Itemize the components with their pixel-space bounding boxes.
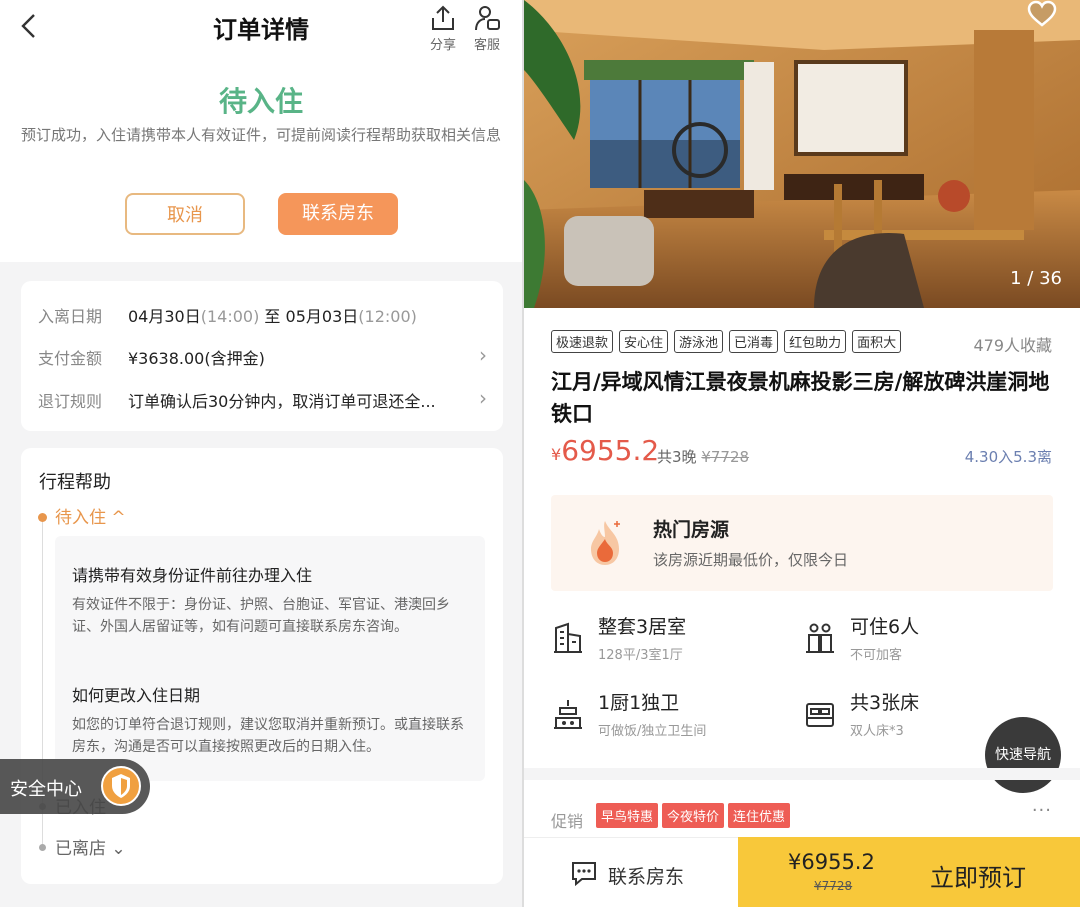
payment-chevron-icon: › [479,343,487,367]
quick-nav-button[interactable]: 快速导航 [985,717,1061,793]
tip-id-title: 请携带有效身份证件前往办理入住 [72,566,313,585]
nights-info: 共3晚 ¥7728 [657,446,749,467]
listing-price: ¥6955.2 [551,434,659,467]
promo-label: 促销 [551,812,584,831]
tip-change-date-body: 如您的订单符合退订规则，建议您取消并重新预订。或直接联系房东，沟通是否可以直接按… [72,717,464,755]
order-info-card: 入离日期 04月30日(14:00) 至 05月03日(12:00) 支付金额 ¥3… [21,281,503,431]
listing-tag: 已消毒 [729,330,779,353]
feature-kitchen-bath: 1厨1独卫 可做饭/独立卫生间 [552,688,782,744]
price-currency: ¥ [551,445,562,464]
favorite-heart-icon[interactable] [1026,0,1058,28]
order-status-description: 预订成功，入住请携带本人有效证件，可提前阅读行程帮助获取相关信息 [20,126,501,144]
order-detail-panel: 订单详情 分享 客服 待入住 预订成功，入住请携带本人有效证件，可提前阅读行程帮… [0,0,522,907]
refund-rule-text: 订单确认后30分钟内，取消订单可退还全... [128,392,436,411]
contact-host-button[interactable]: 联系房东 [278,193,398,235]
date-separator: 至 [264,307,281,326]
customer-service-icon [475,6,500,31]
promo-tags: 早鸟特惠 今夜特价 连住优惠 [596,803,794,828]
share-button[interactable]: 分享 [421,4,465,53]
hot-listing-title: 热门房源 [653,519,730,541]
guests-icon [806,623,834,653]
customer-service-button[interactable]: 客服 [465,4,509,53]
listing-photo[interactable]: 1 / 36 [524,0,1080,308]
checkin-time: (14:00) [200,307,260,326]
bed-icon [806,703,834,727]
building-icon [554,622,582,653]
service-label: 客服 [473,38,500,53]
tip-id-body: 有效证件不限于：身份证、护照、台胞证、军官证、港澳回乡证、外国人居留证等，如有问… [72,597,450,635]
nights-count: 共3晚 [657,448,697,466]
flame-icon [591,521,620,565]
cancel-order-button[interactable]: 取消 [125,193,245,235]
safety-center-label: 安全中心 [10,779,82,800]
feature-room-type: 整套3居室 128平/3室1厅 [552,612,782,668]
trip-help-title: 行程帮助 [39,472,111,493]
capacity-sub: 不可加客 [850,648,903,663]
favorites-count: 479人收藏 [973,336,1052,355]
refund-label: 退订规则 [38,392,103,411]
photo-counter: 1 / 36 [1010,268,1062,289]
listing-title: 江月/异域风情江景夜景机麻投影三房/解放碑洪崖洞地铁口 [551,370,1050,426]
listing-tag: 游泳池 [674,330,724,353]
living-room-photo [524,0,1080,308]
bottom-price: ¥6955.2 [788,850,875,874]
kitchen-bath-sub: 可做饭/独立卫生间 [598,724,707,739]
listing-tag: 安心住 [619,330,669,353]
hot-listing-subtitle: 该房源近期最低价，仅限今日 [653,551,849,569]
promo-tag: 今夜特价 [662,803,725,828]
bottom-action-bar: 联系房东 ¥6955.2 ¥7728 立即预订 [524,837,1080,907]
chat-icon [572,862,596,886]
checkout-time: (12:00) [358,307,417,326]
share-icon [432,5,454,30]
book-now-label: 立即预订 [930,864,1026,892]
tip-change-date-title: 如何更改入住日期 [72,686,201,705]
stay-dates-label: 入离日期 [38,307,103,326]
original-price: ¥7728 [701,448,750,466]
refund-rule-row[interactable]: 退订规则 订单确认后30分钟内，取消订单可退还全... [38,388,458,412]
refund-chevron-icon: › [479,386,487,410]
more-options-icon[interactable]: ··· [1032,800,1052,821]
payment-row[interactable]: 支付金额 ¥3638.00(含押金) [38,345,486,369]
listing-detail-panel: 1 / 36 极速退款 安心住 游泳池 已消毒 红包助力 面积大 479人收藏 江月/异域… [524,0,1080,907]
section-separator [524,768,1080,780]
checkin-tips-box: 请携带有效身份证件前往办理入住 有效证件不限于：身份证、护照、台胞证、军官证、港… [55,536,485,781]
bottom-contact-host-button[interactable]: 联系房东 [524,837,738,907]
checkout-date: 05月03日 [285,307,359,326]
stay-dates-row: 入离日期 04月30日(14:00) 至 05月03日(12:00) [38,303,417,327]
stay-dates-summary: 4.30入5.3离 [964,448,1052,466]
room-type-title: 整套3居室 [598,616,687,638]
feature-capacity: 可住6人 不可加客 [804,612,1034,668]
hot-listing-banner: 热门房源 该房源近期最低价，仅限今日 [551,495,1053,591]
book-now-button[interactable]: ¥6955.2 ¥7728 立即预订 [738,837,1080,907]
beds-sub: 双人床*3 [850,724,904,739]
stage-pending-checkin[interactable]: 待入住 ^ [55,503,126,528]
listing-tag: 极速退款 [551,330,614,353]
stage-checked-out[interactable]: 已离店 ⌄ [55,834,126,859]
capacity-title: 可住6人 [850,616,920,638]
beds-title: 共3张床 [850,692,920,714]
trip-help-card: 行程帮助 待入住 ^ 请携带有效身份证件前往办理入住 有效证件不限于：身份证、护… [21,448,503,884]
order-status-title: 待入住 [218,85,303,118]
promo-tag: 连住优惠 [728,803,791,828]
timeline-dot [39,844,46,851]
kitchen-bath-title: 1厨1独卫 [598,692,680,714]
price-value: 6955.2 [561,434,660,467]
listing-tags: 极速退款 安心住 游泳池 已消毒 红包助力 面积大 [551,330,941,356]
payment-label: 支付金额 [38,349,103,368]
timeline-dot-active [38,513,47,522]
listing-tag: 红包助力 [784,330,847,353]
promo-tag: 早鸟特惠 [596,803,659,828]
listing-tag: 面积大 [852,330,902,353]
share-label: 分享 [429,38,456,53]
bottom-original-price: ¥7728 [814,879,853,893]
checkin-date: 04月30日 [128,307,201,326]
payment-amount: ¥3638.00(含押金) [128,349,265,368]
bottom-contact-label: 联系房东 [608,866,685,888]
shield-icon [101,766,141,806]
room-type-sub: 128平/3室1厅 [598,648,683,663]
safety-center-button[interactable]: 安全中心 [0,759,150,814]
kitchen-icon [554,700,582,729]
